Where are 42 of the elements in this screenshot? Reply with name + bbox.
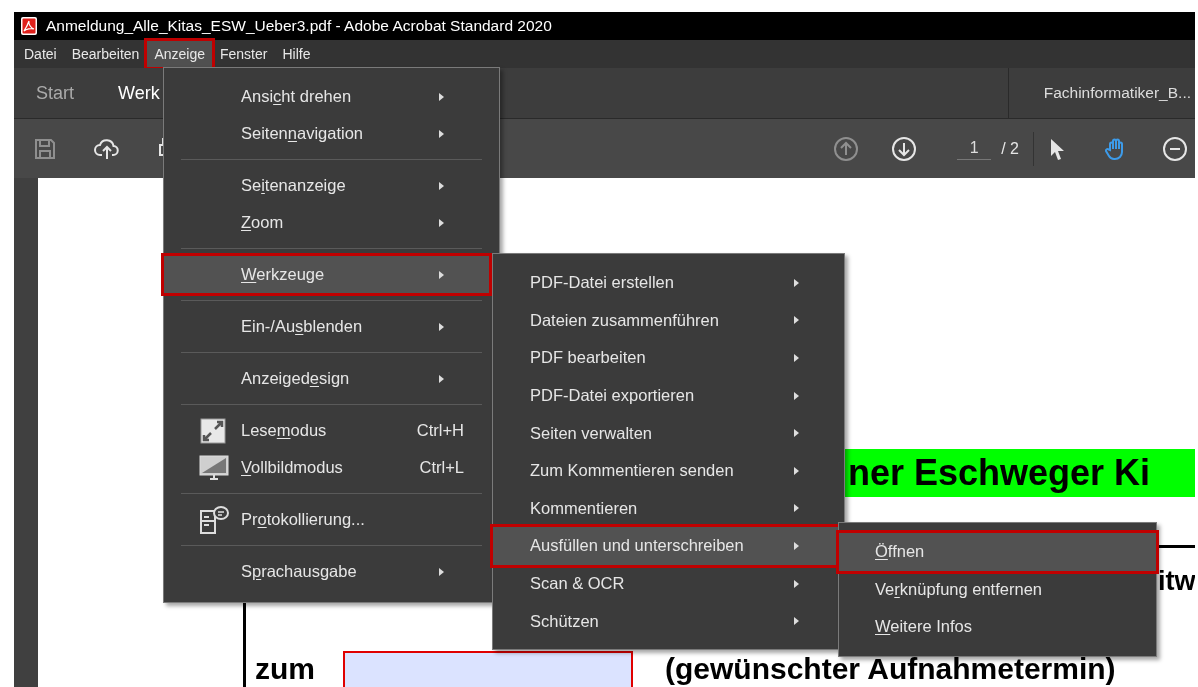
menu-item[interactable]: PDF-Datei erstellen [493,264,844,302]
menu-item[interactable]: Werkzeuge [164,256,489,293]
menu-item[interactable]: Ansicht drehen [164,78,489,115]
expand-icon [199,416,227,445]
zoom-out-icon[interactable] [1162,135,1188,162]
menu-item[interactable]: Lesemodus Ctrl+H [164,412,489,449]
menu-item[interactable]: PDF-Datei exportieren [493,376,844,415]
menu-item[interactable]: Dateien zusammenführen [493,301,844,340]
menu-item[interactable]: Weitere Infos [839,608,1156,646]
menu-bar-item[interactable]: Anzeige [147,41,212,67]
menu-item[interactable]: Seitenanzeige [164,167,489,204]
menu-item[interactable]: Anzeigedesign [164,360,489,397]
field-hint: (gewünschter Aufnahmetermin) [665,652,1116,686]
document-heading: ner Eschweger Ki [845,449,1195,497]
page-count: / 2 [1001,139,1019,158]
arrow-down-circle-icon[interactable] [891,135,918,162]
menu-item[interactable]: Seitennavigation [164,115,489,152]
menu-item[interactable]: Verknüpfung entfernen [839,570,1156,608]
form-field[interactable] [343,651,633,687]
document-text: itw [1158,566,1195,597]
menu-item[interactable]: Vollbildmodus Ctrl+L [164,449,489,486]
monitor-icon [199,453,229,482]
menu-item[interactable]: Zoom [164,204,489,241]
menu-bar-item[interactable]: Hilfe [275,41,318,67]
menu-item[interactable]: Sprachausgabe [164,553,489,590]
document-comment-icon [199,504,229,535]
menu-bar-item[interactable]: Fenster [213,41,275,67]
menu-item[interactable]: Zum Kommentieren senden [493,451,844,490]
menu-bar-item[interactable]: Bearbeiten [64,41,147,67]
menu-item[interactable]: PDF bearbeiten [493,339,844,377]
window-title: Anmeldung_Alle_Kitas_ESW_Ueber3.pdf - Adobe Acrobat Standard 2020 [46,17,552,35]
field-label: zum [255,652,315,686]
pdf-icon [21,17,37,35]
menu-item[interactable]: Öffnen [839,533,1156,571]
menu-item[interactable]: Ein-/Ausblenden [164,308,489,345]
menu-item[interactable]: Seiten verwalten [493,414,844,452]
menu-bar-item[interactable]: Datei [17,41,64,67]
page-number-field[interactable]: 1 [957,137,992,160]
menu-item[interactable]: Protokollierung... [164,501,489,538]
tab[interactable]: Start [14,82,96,104]
document-tab[interactable]: Fachinformatiker_B... [1007,68,1195,118]
menu-item[interactable]: Kommentieren [493,489,844,528]
